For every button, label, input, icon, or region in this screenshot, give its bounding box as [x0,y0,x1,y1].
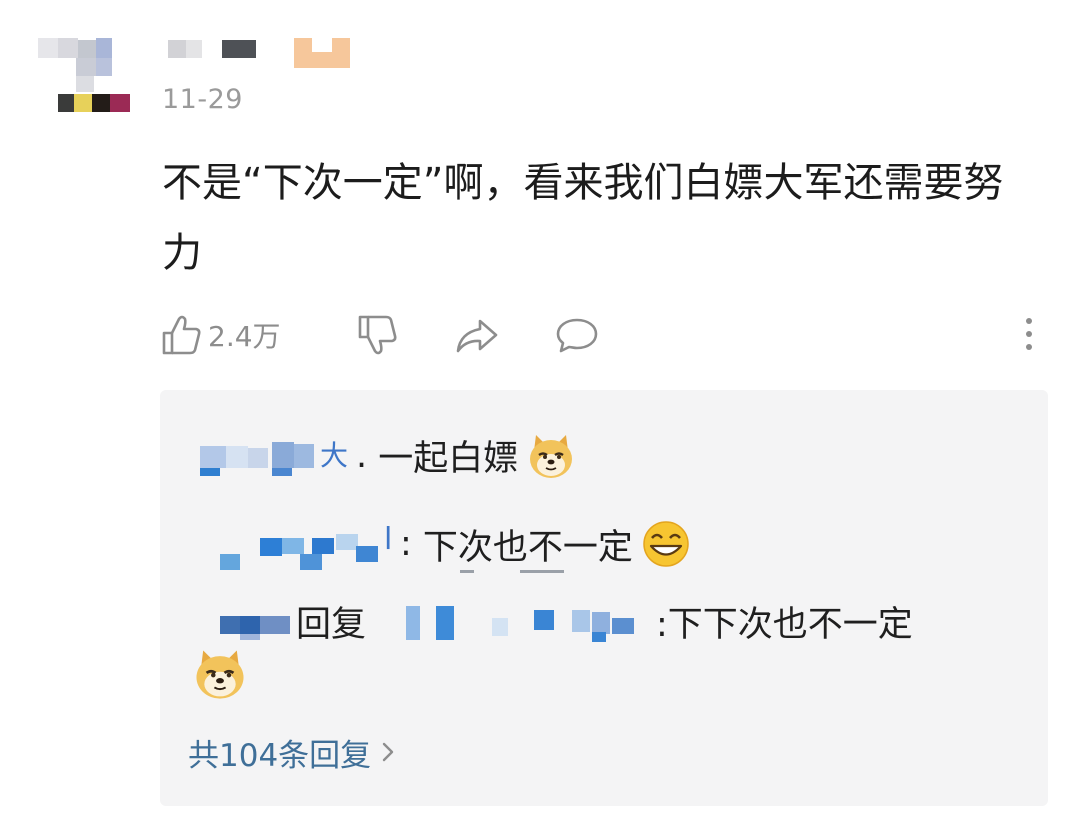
reply-item[interactable]: 回复 :下下次也不一定 [200,596,913,647]
more-replies-label: 共104条回复 [188,738,372,774]
reply-item[interactable]: 大 . 一起白嫖 [200,430,576,481]
reply-item[interactable]: l : 下次也不一定 [200,516,691,572]
username[interactable] [162,38,362,68]
like-button[interactable]: 2.4万 [160,310,281,360]
chevron-right-icon [381,735,395,771]
doge-emoji [192,646,248,706]
reply-author-tail: l [384,522,393,557]
reply-author-tail: 大 [320,438,349,472]
doge-emoji [526,431,576,481]
reply-button[interactable] [554,310,600,360]
thumbs-down-icon [356,313,398,357]
dislike-button[interactable] [356,310,398,360]
replied-to-author[interactable] [366,602,656,642]
comment-date: 11-29 [162,84,243,115]
reply-text: :下下次也不一定 [656,605,913,645]
reply-text: 一起白嫖 [378,439,519,479]
reply-author[interactable]: l [200,516,400,572]
view-more-replies-link[interactable]: 共104条回复 [188,730,395,775]
comment-text: 不是“下次一定”啊，看来我们白嫖大军还需要努 力 [162,148,1042,288]
comment-icon [554,313,600,357]
share-icon [454,313,500,357]
thumbs-up-icon [160,313,202,357]
more-vertical-icon[interactable] [1020,314,1040,354]
like-count: 2.4万 [208,320,281,353]
comment-text-line-1: 不是“下次一定”啊，看来我们白嫖大军还需要努 [162,160,1004,206]
replies-panel: 大 . 一起白嫖 l: 下次也不一定 回复:下下次也不一定 共104条回复 [160,390,1048,806]
reply-author[interactable]: 大 [200,436,356,476]
reply-text: 下次也不一定 [422,527,633,568]
comment-text-line-2: 力 [162,230,202,276]
action-bar: 2.4万 [160,310,1040,360]
reply-word: 回复 [296,605,367,645]
avatar[interactable] [38,38,134,118]
squint-smile-emoji [641,519,691,569]
reply-author[interactable] [200,602,296,642]
share-button[interactable] [454,310,500,360]
